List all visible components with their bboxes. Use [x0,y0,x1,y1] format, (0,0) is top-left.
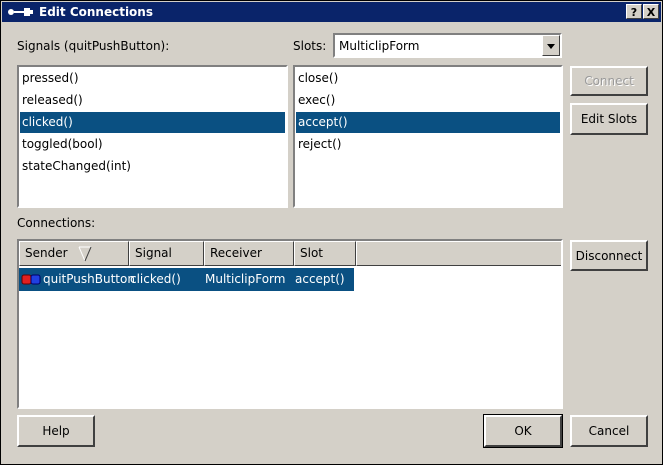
signal-item[interactable]: released() [20,90,285,111]
column-header-sender[interactable]: Sender [19,241,129,266]
column-header-filler [356,241,561,266]
signal-item[interactable]: pressed() [20,68,285,89]
edit-slots-button[interactable]: Edit Slots [570,103,648,135]
window-title: Edit Connections [39,5,153,19]
close-title-button[interactable]: X [643,4,659,19]
app-icon [8,8,33,16]
connections-label: Connections: [17,216,96,230]
table-row[interactable]: quitPushButton clicked() MulticlipForm a… [19,268,354,291]
slots-label: Slots: [293,39,327,53]
help-button[interactable]: Help [17,415,95,447]
title-bar[interactable]: Edit Connections ? X [2,2,661,22]
signal-item[interactable]: stateChanged(int) [20,156,285,177]
signal-item-selected[interactable]: clicked() [20,112,285,133]
chevron-down-icon[interactable] [542,35,560,56]
help-title-button[interactable]: ? [626,4,642,19]
connection-icon [21,274,41,285]
connections-table[interactable]: Sender Signal Receiver Slot quitPushButt… [17,239,563,409]
column-header-signal[interactable]: Signal [129,241,204,266]
sort-indicator-icon [78,246,92,262]
slots-receiver-combobox[interactable]: MulticlipForm [333,33,562,58]
column-header-receiver[interactable]: Receiver [204,241,294,266]
slot-item-selected[interactable]: accept() [296,112,560,133]
cell-sender: quitPushButton [43,272,135,286]
signal-item[interactable]: toggled(bool) [20,134,285,155]
slot-item[interactable]: exec() [296,90,560,111]
slot-item[interactable]: close() [296,68,560,89]
cell-receiver: MulticlipForm [205,272,286,286]
edit-connections-dialog: Edit Connections ? X Signals (quitPushBu… [0,0,663,465]
cancel-button[interactable]: Cancel [570,415,648,447]
column-header-slot[interactable]: Slot [294,241,356,266]
slot-item[interactable]: reject() [296,134,560,155]
slots-list[interactable]: close() exec() accept() reject() [293,65,563,208]
combo-value: MulticlipForm [339,39,420,53]
disconnect-button[interactable]: Disconnect [570,240,648,271]
cell-slot: accept() [295,272,345,286]
signals-list[interactable]: pressed() released() clicked() toggled(b… [17,65,288,208]
cell-signal: clicked() [130,272,181,286]
signals-label: Signals (quitPushButton): [17,39,170,53]
connect-button[interactable]: Connect [570,66,648,96]
ok-button[interactable]: OK [483,414,563,448]
